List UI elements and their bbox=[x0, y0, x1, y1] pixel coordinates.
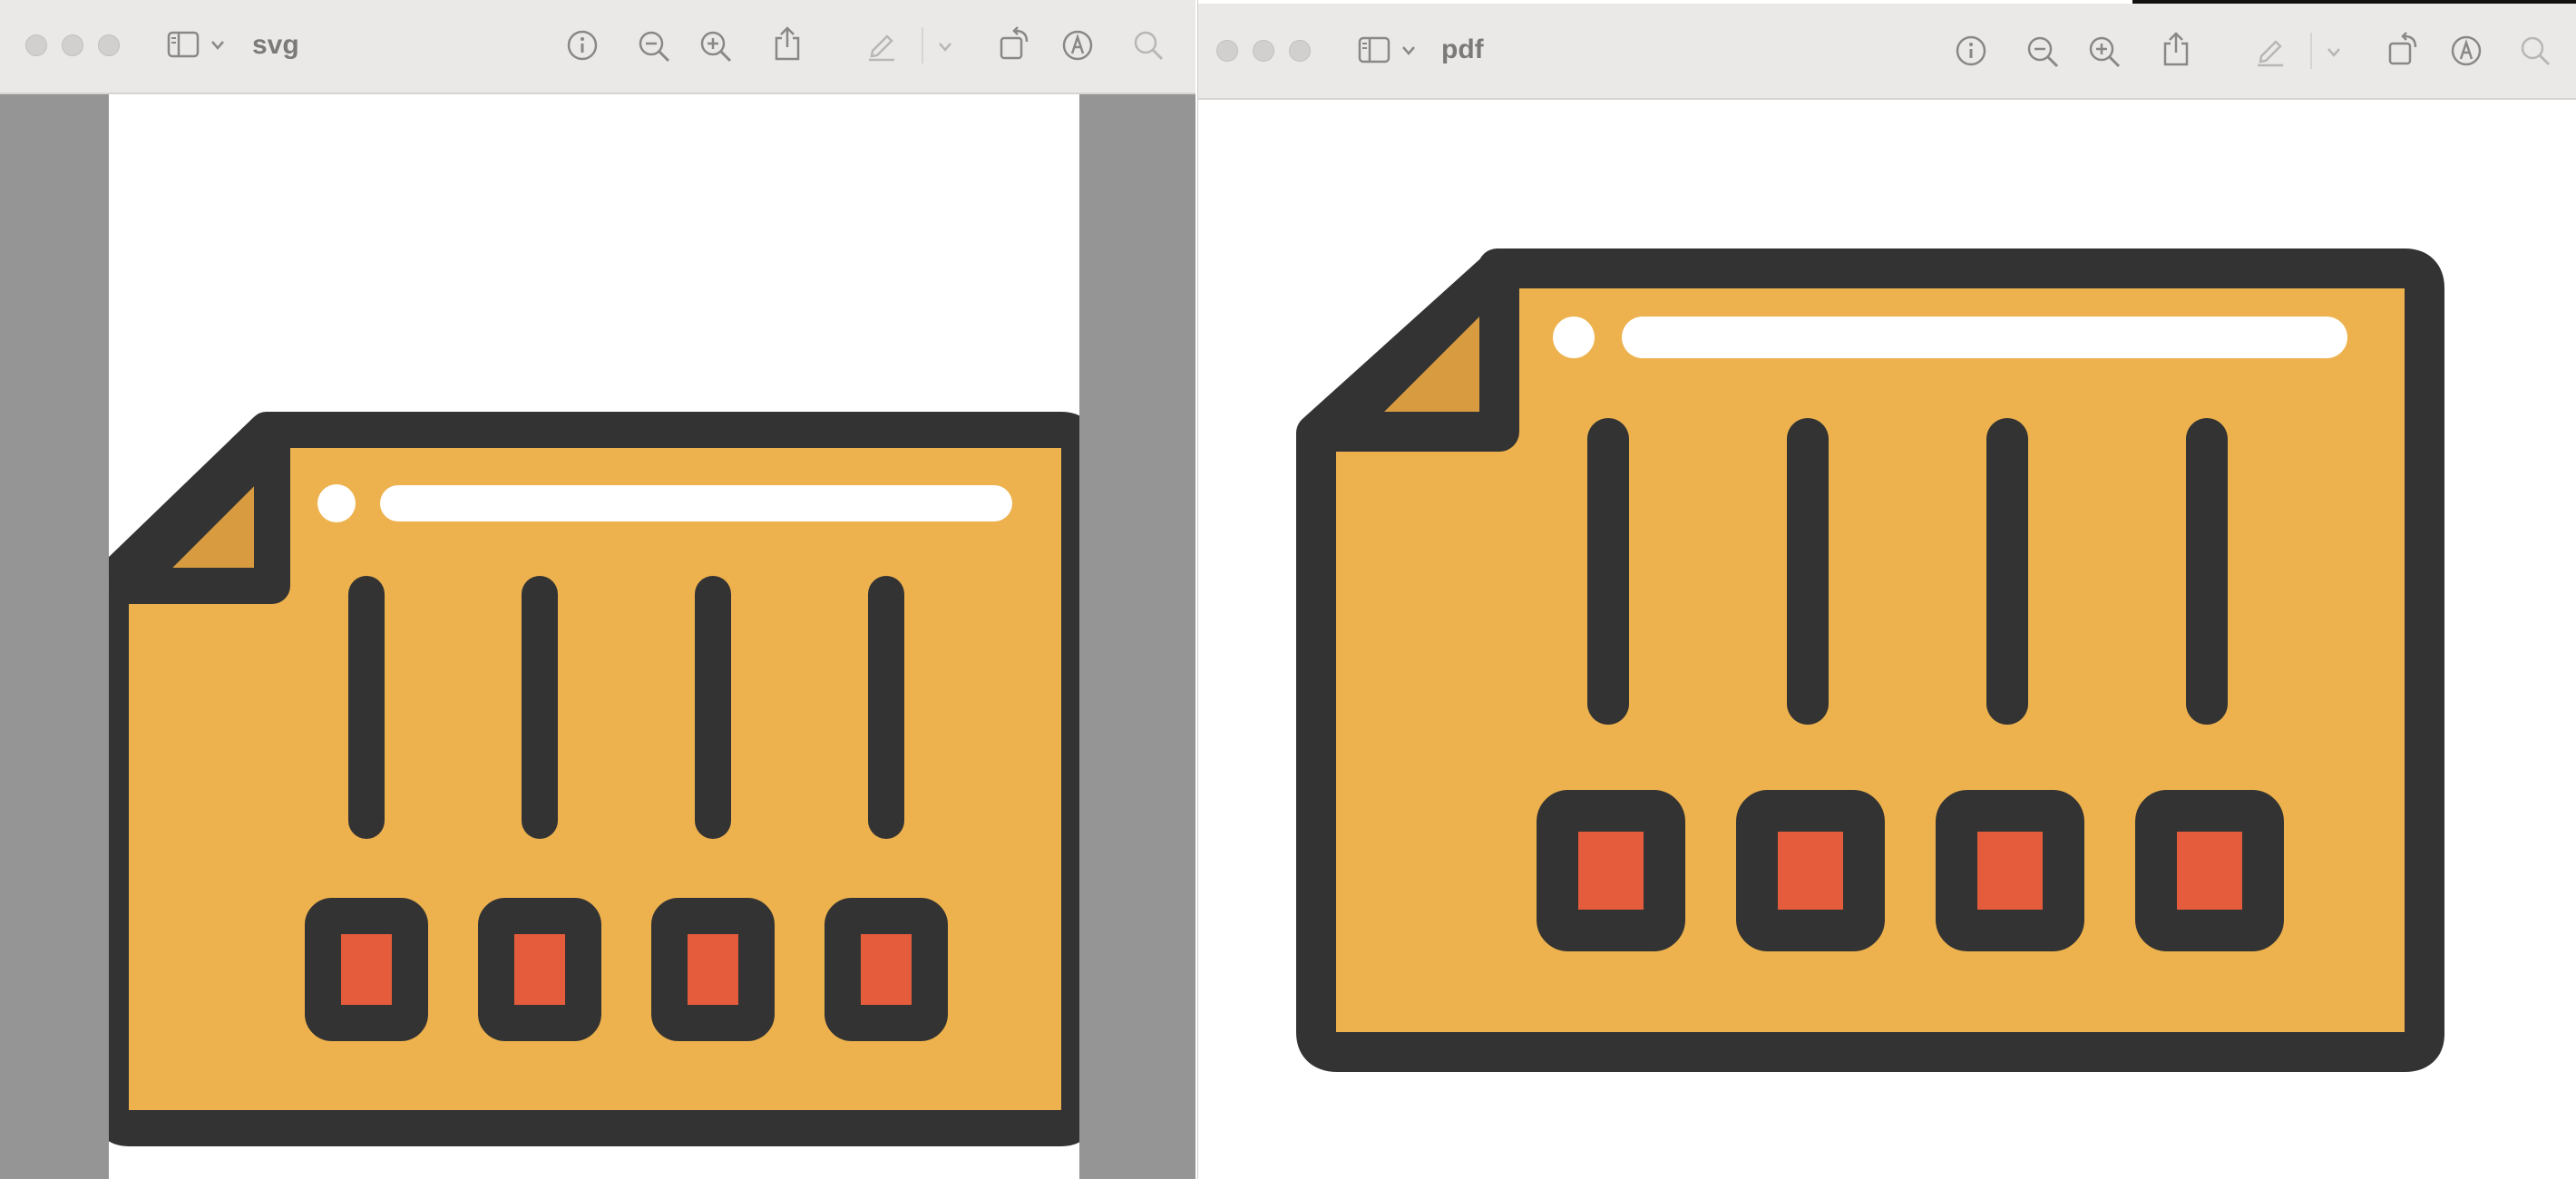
search-icon bbox=[1134, 31, 1164, 61]
highlight-dot bbox=[1553, 317, 1595, 358]
info-icon bbox=[567, 30, 598, 61]
zoom-in-icon bbox=[700, 31, 732, 63]
chevron-down-icon bbox=[2327, 48, 2340, 57]
highlight-pen-icon bbox=[2258, 40, 2283, 67]
zoom-out-button[interactable] bbox=[2025, 34, 2060, 69]
window-controls bbox=[25, 34, 120, 56]
highlight-button[interactable] bbox=[865, 29, 898, 62]
slider-button bbox=[305, 898, 428, 1041]
memory-card-illustration bbox=[109, 412, 1079, 1146]
document-title: pdf bbox=[1441, 34, 1484, 64]
highlight-menu-button[interactable] bbox=[2327, 47, 2341, 58]
search-button[interactable] bbox=[2519, 34, 2552, 67]
search-icon bbox=[2521, 36, 2551, 66]
zoom-in-button[interactable] bbox=[698, 29, 733, 63]
window-controls bbox=[1216, 40, 1311, 62]
sidebar-icon bbox=[1358, 36, 1390, 63]
zoom-out-icon bbox=[639, 31, 670, 63]
zoom-out-button[interactable] bbox=[637, 29, 671, 63]
document-viewport[interactable] bbox=[1198, 100, 2576, 1179]
markup-button[interactable] bbox=[2450, 34, 2483, 67]
highlight-button[interactable] bbox=[2254, 34, 2287, 67]
rotate-button[interactable] bbox=[2386, 31, 2419, 67]
slider-button bbox=[1537, 790, 1685, 951]
markup-button[interactable] bbox=[1061, 29, 1094, 62]
slider-button bbox=[2135, 790, 2284, 951]
corner-fold bbox=[1316, 248, 1519, 452]
sidebar-menu-button[interactable] bbox=[210, 40, 225, 51]
info-icon bbox=[1956, 35, 1986, 66]
highlight-dot bbox=[317, 484, 356, 522]
zoom-in-icon bbox=[2089, 36, 2121, 68]
highlight-pen-icon bbox=[869, 34, 894, 62]
toolbar-divider bbox=[922, 27, 923, 63]
search-button[interactable] bbox=[1132, 29, 1165, 62]
slider-button bbox=[478, 898, 601, 1041]
sidebar-toggle-button[interactable] bbox=[167, 31, 200, 58]
close-button[interactable] bbox=[25, 34, 47, 56]
preview-window-svg: svg bbox=[0, 0, 1195, 1179]
document-title: svg bbox=[252, 30, 299, 60]
chevron-down-icon bbox=[1402, 46, 1415, 55]
zoom-button[interactable] bbox=[98, 34, 120, 56]
rotate-icon bbox=[2388, 32, 2417, 65]
highlight-menu-button[interactable] bbox=[938, 42, 952, 53]
document-page bbox=[109, 94, 1079, 1179]
chevron-down-icon bbox=[211, 41, 224, 50]
markup-icon bbox=[1062, 30, 1093, 61]
close-button[interactable] bbox=[1216, 40, 1238, 62]
slider-button bbox=[825, 898, 948, 1041]
zoom-button[interactable] bbox=[1289, 40, 1311, 62]
sidebar-icon bbox=[167, 31, 200, 58]
info-button[interactable] bbox=[566, 29, 599, 62]
info-button[interactable] bbox=[1955, 34, 1987, 67]
markup-icon bbox=[2451, 35, 2482, 66]
chevron-down-icon bbox=[939, 43, 951, 52]
sidebar-toggle-button[interactable] bbox=[1358, 36, 1390, 63]
memory-card-illustration bbox=[1296, 248, 2444, 1072]
share-icon bbox=[775, 26, 800, 61]
zoom-in-button[interactable] bbox=[2087, 34, 2122, 69]
minimize-button[interactable] bbox=[62, 34, 83, 56]
slider-button bbox=[651, 898, 775, 1041]
titlebar: svg bbox=[0, 0, 1195, 94]
rotate-button[interactable] bbox=[998, 25, 1030, 62]
corner-fold bbox=[111, 424, 290, 604]
preview-window-pdf: pdf bbox=[1197, 0, 2576, 1179]
minimize-button[interactable] bbox=[1253, 40, 1274, 62]
zoom-out-icon bbox=[2027, 36, 2059, 68]
share-button[interactable] bbox=[2161, 31, 2191, 67]
document-viewport[interactable] bbox=[0, 94, 1195, 1179]
slider-button bbox=[1936, 790, 2084, 951]
share-icon bbox=[2163, 32, 2189, 66]
sidebar-menu-button[interactable] bbox=[1401, 45, 1416, 56]
rotate-icon bbox=[1000, 26, 1029, 60]
titlebar: pdf bbox=[1198, 4, 2576, 100]
slider-button bbox=[1736, 790, 1885, 951]
toolbar-divider bbox=[2310, 33, 2312, 69]
share-button[interactable] bbox=[773, 25, 802, 62]
